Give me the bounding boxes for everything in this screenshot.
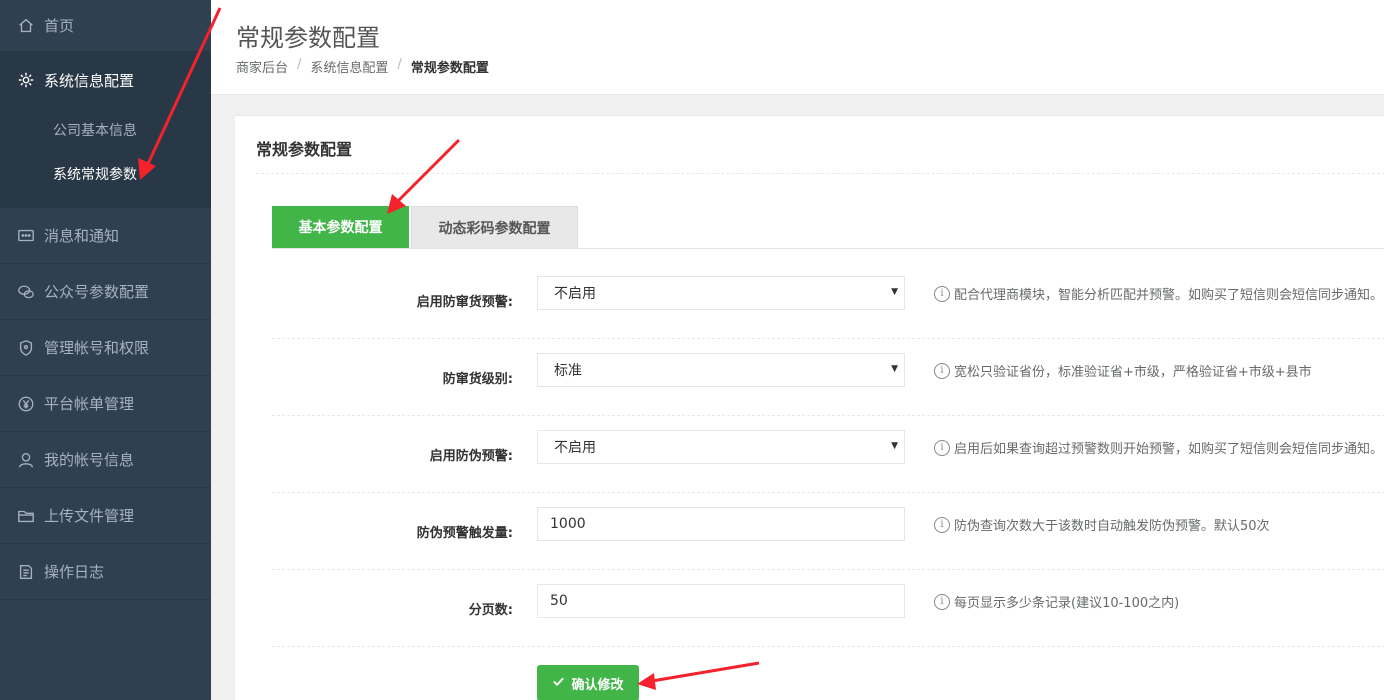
info-icon: i xyxy=(934,516,950,533)
sidebar-subitem-system-params[interactable]: 系统常规参数 xyxy=(0,152,211,196)
sidebar-item-label: 公众号参数配置 xyxy=(44,283,150,301)
form-row-page-size: 分页数: 50 i 每页显示多少条记录(建议10-100之内) xyxy=(272,570,1384,647)
sidebar-item-label: 管理帐号和权限 xyxy=(44,339,150,357)
sidebar-item-label: 我的帐号信息 xyxy=(44,451,135,469)
form-row-alert-threshold: 防伪预警触发量: 1000 i 防伪查询次数大于该数时自动触发防伪预警。默认50… xyxy=(272,493,1384,570)
tab-bar: 基本参数配置 动态彩码参数配置 xyxy=(272,206,1384,249)
sidebar-item-label: 消息和通知 xyxy=(44,227,120,245)
anti-diversion-alert-select[interactable]: 不启用 ▼ xyxy=(537,276,905,310)
user-icon xyxy=(16,450,36,470)
sidebar-item-my-account[interactable]: 我的帐号信息 xyxy=(0,432,211,488)
divider xyxy=(256,173,1384,174)
select-value: 标准 xyxy=(554,363,582,379)
field-label: 分页数: xyxy=(468,603,513,618)
confirm-submit-label: 确认修改 xyxy=(571,677,624,693)
field-label: 防伪预警触发量: xyxy=(416,526,513,541)
anti-counterfeit-alert-select[interactable]: 不启用 ▼ xyxy=(537,430,905,464)
info-icon: i xyxy=(934,285,950,302)
sidebar-item-wechat[interactable]: 公众号参数配置 xyxy=(0,264,211,320)
help-text-content: 宽松只验证省份，标准验证省+市级，严格验证省+市级+县市 xyxy=(954,365,1312,380)
page-size-input[interactable]: 50 xyxy=(537,584,905,618)
sidebar-item-billing[interactable]: 平台帐单管理 xyxy=(0,376,211,432)
shield-icon xyxy=(16,338,36,358)
caret-down-icon: ▼ xyxy=(891,441,898,451)
breadcrumb-link-system-config[interactable]: 系统信息配置 xyxy=(310,57,388,76)
confirm-submit-button[interactable]: 确认修改 xyxy=(537,665,639,700)
gear-icon xyxy=(16,70,36,90)
alert-threshold-input[interactable]: 1000 xyxy=(537,507,905,541)
anti-diversion-level-select[interactable]: 标准 ▼ xyxy=(537,353,905,387)
form-row-anti-counterfeit-alert: 启用防伪预警: 不启用 ▼ i 启用后如果查询超过预警数则开始预警，如购买了短信… xyxy=(272,416,1384,493)
breadcrumb-separator: / xyxy=(297,57,302,72)
sidebar-subitem-company-info[interactable]: 公司基本信息 xyxy=(0,108,211,152)
field-label: 启用防窜货预警: xyxy=(416,295,513,310)
breadcrumb-current: 常规参数配置 xyxy=(410,61,489,76)
home-icon xyxy=(16,16,36,36)
breadcrumb-link-home[interactable]: 商家后台 xyxy=(236,57,288,76)
folder-icon xyxy=(16,506,36,526)
help-text-content: 启用后如果查询超过预警数则开始预警，如购买了短信则会短信同步通知。 xyxy=(954,442,1384,457)
help-text: i 配合代理商模块，智能分析匹配并预警。如购买了短信则会短信同步通知。 xyxy=(934,262,1383,325)
help-text-content: 防伪查询次数大于该数时自动触发防伪预警。默认50次 xyxy=(954,519,1270,534)
content-panel: 常规参数配置 基本参数配置 动态彩码参数配置 启用防窜货预警: 不启用 ▼ i … xyxy=(235,115,1384,700)
help-text: i 防伪查询次数大于该数时自动触发防伪预警。默认50次 xyxy=(934,493,1270,556)
input-value: 1000 xyxy=(550,516,586,532)
help-text: i 每页显示多少条记录(建议10-100之内) xyxy=(934,570,1179,633)
page-title: 常规参数配置 xyxy=(236,24,380,52)
input-value: 50 xyxy=(550,593,568,609)
sidebar-item-upload-files[interactable]: 上传文件管理 xyxy=(0,488,211,544)
tab-basic-params[interactable]: 基本参数配置 xyxy=(272,206,409,248)
field-label: 防窜货级别: xyxy=(442,372,513,387)
sidebar-item-label: 系统信息配置 xyxy=(44,71,135,90)
select-value: 不启用 xyxy=(554,286,596,302)
sidebar-item-label: 操作日志 xyxy=(44,563,105,581)
log-icon xyxy=(16,562,36,582)
help-text: i 启用后如果查询超过预警数则开始预警，如购买了短信则会短信同步通知。 xyxy=(934,416,1383,479)
page-header: 常规参数配置 商家后台 / 系统信息配置 / 常规参数配置 xyxy=(211,0,1384,95)
field-label: 启用防伪预警: xyxy=(429,449,513,464)
sidebar-item-messages[interactable]: 消息和通知 xyxy=(0,208,211,264)
message-icon xyxy=(16,226,36,246)
breadcrumb-separator: / xyxy=(397,57,402,72)
sidebar-group-system-config: 系统信息配置 公司基本信息 系统常规参数 xyxy=(0,52,211,208)
wechat-icon xyxy=(16,282,36,302)
panel-title: 常规参数配置 xyxy=(256,140,353,159)
sidebar: 首页 系统信息配置 公司基本信息 系统常规参数 消息和通知 公众号参数配置 管理… xyxy=(0,0,211,700)
info-icon: i xyxy=(934,593,950,610)
breadcrumb: 商家后台 / 系统信息配置 / 常规参数配置 xyxy=(236,57,489,76)
sidebar-item-label: 上传文件管理 xyxy=(44,507,135,525)
caret-down-icon: ▼ xyxy=(891,364,898,374)
info-icon: i xyxy=(934,439,950,456)
sidebar-item-operation-log[interactable]: 操作日志 xyxy=(0,544,211,600)
form-row-anti-diversion-level: 防窜货级别: 标准 ▼ i 宽松只验证省份，标准验证省+市级，严格验证省+市级+… xyxy=(272,339,1384,416)
caret-down-icon: ▼ xyxy=(891,287,898,297)
info-icon: i xyxy=(934,362,950,379)
select-value: 不启用 xyxy=(554,440,596,456)
sidebar-item-system-config[interactable]: 系统信息配置 xyxy=(0,52,211,108)
form-row-anti-diversion-alert: 启用防窜货预警: 不启用 ▼ i 配合代理商模块，智能分析匹配并预警。如购买了短… xyxy=(272,262,1384,339)
sidebar-item-home[interactable]: 首页 xyxy=(0,0,211,52)
sidebar-item-accounts-permissions[interactable]: 管理帐号和权限 xyxy=(0,320,211,376)
help-text-content: 每页显示多少条记录(建议10-100之内) xyxy=(954,596,1180,611)
help-text: i 宽松只验证省份，标准验证省+市级，严格验证省+市级+县市 xyxy=(934,339,1312,402)
sidebar-item-label: 首页 xyxy=(44,17,75,35)
yen-icon xyxy=(16,394,36,414)
help-text-content: 配合代理商模块，智能分析匹配并预警。如购买了短信则会短信同步通知。 xyxy=(954,288,1384,303)
tab-dynamic-code-params[interactable]: 动态彩码参数配置 xyxy=(411,206,578,248)
check-icon xyxy=(552,675,565,692)
sidebar-item-label: 平台帐单管理 xyxy=(44,395,135,413)
